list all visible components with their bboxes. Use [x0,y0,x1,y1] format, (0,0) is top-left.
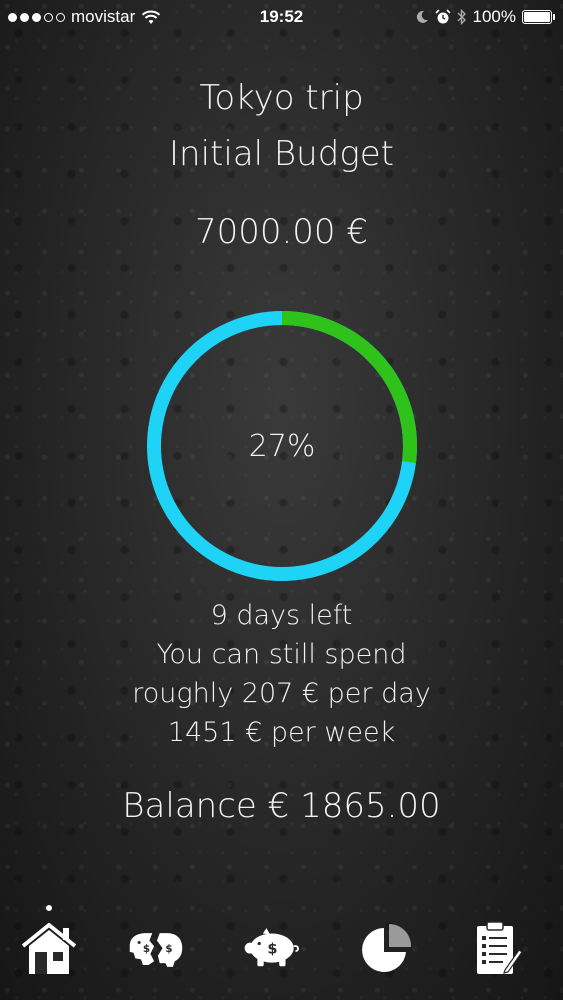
progress-percent: 27% [248,428,316,464]
house-icon [21,923,77,974]
tab-expenses[interactable]: $ $ [126,919,186,979]
checklist-icon [477,921,523,974]
moon-icon [416,10,428,23]
pie-chart-icon [362,924,412,972]
tab-bar: $ $ $ [0,905,563,985]
spending-summary: 9 days left You can still spend roughly … [0,596,563,752]
tab-statistics[interactable] [356,919,416,979]
signal-strength-icon [8,12,65,22]
budget-label: Initial Budget [169,134,394,174]
bluetooth-icon [457,9,466,25]
piggy-bank-icon: $ [244,928,299,967]
wifi-icon [142,10,161,24]
status-bar-right: 100% [415,7,555,27]
broken-piggy-bank-icon: $ $ [129,933,183,967]
days-left: 9 days left [210,600,353,631]
tab-home[interactable] [19,919,79,979]
svg-text:$: $ [143,943,150,955]
status-bar-left: movistar [8,7,161,27]
tab-checklist[interactable] [468,919,528,979]
battery-percent: 100% [472,7,516,26]
per-week-amount: 1451 € per week [167,717,396,748]
svg-text:$: $ [267,942,277,958]
battery-icon [522,10,555,24]
spend-line: You can still spend [156,639,407,670]
svg-text:$: $ [165,943,172,955]
clock: 19:52 [259,7,304,26]
status-bar: movistar 19:52 100% [0,0,563,34]
active-tab-indicator [46,905,52,911]
budget-progress-ring: 27% [146,310,418,582]
tab-savings[interactable]: $ [241,919,301,979]
per-day-amount: roughly 207 € per day [132,678,431,709]
alarm-icon [434,9,451,24]
trip-title: Tokyo trip [199,78,364,118]
carrier-name: movistar [71,7,136,26]
balance: Balance € 1865.00 [122,786,441,826]
budget-amount: 7000.00 € [194,212,369,252]
